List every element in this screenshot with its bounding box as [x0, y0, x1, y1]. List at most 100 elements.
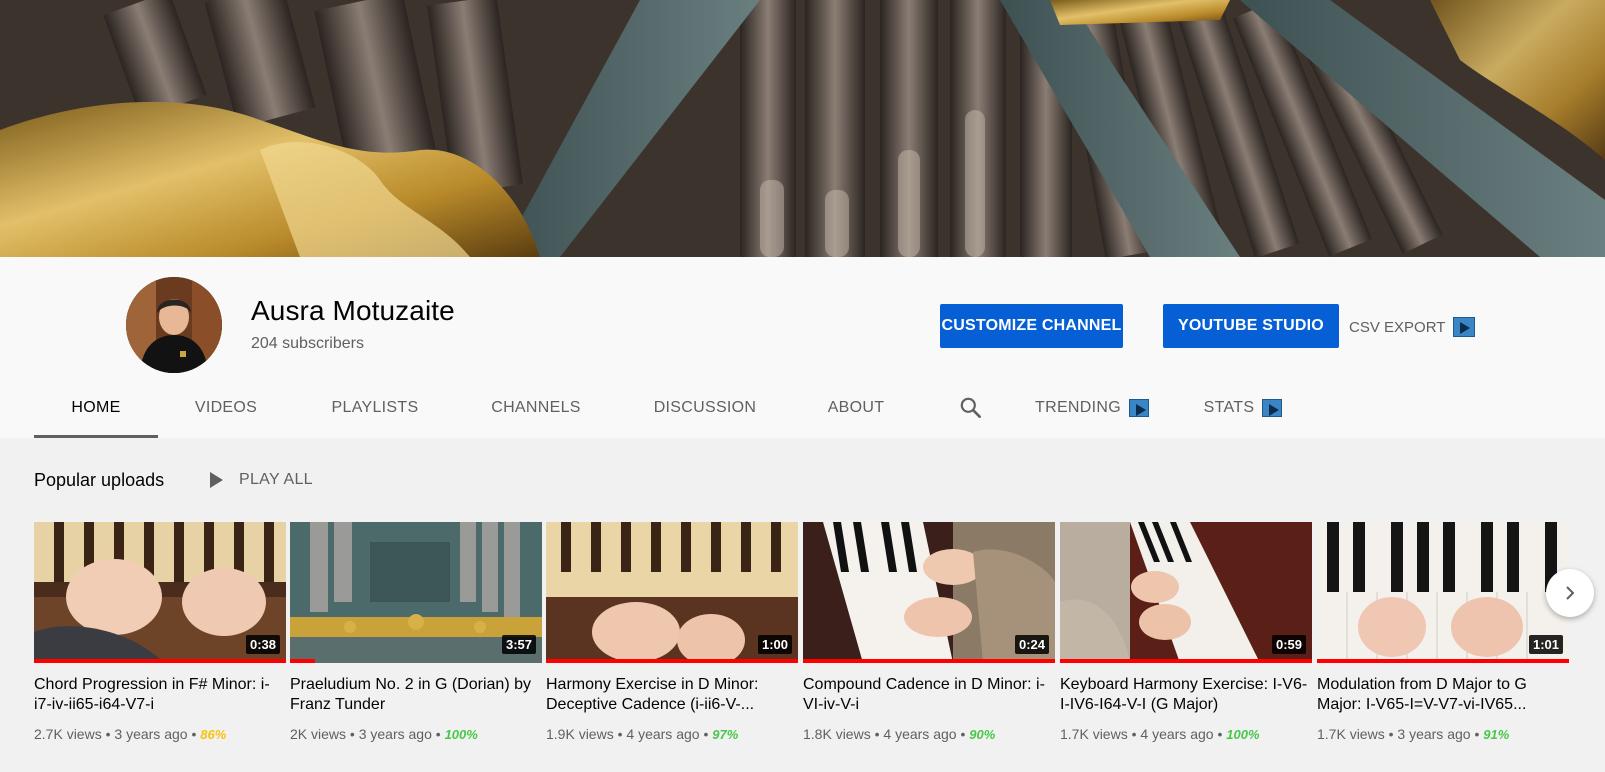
tab-label: DISCUSSION [653, 398, 757, 416]
tab-playlists[interactable]: PLAYLISTS [320, 377, 430, 438]
video-metadata: 2K views • 3 years ago • 100% [290, 726, 542, 742]
video-duration: 0:59 [1271, 635, 1306, 654]
watched-progress-bar [546, 659, 798, 663]
video-title[interactable]: Harmony Exercise in D Minor: Deceptive C… [546, 675, 798, 715]
csv-export-label: CSV EXPORT [1349, 318, 1446, 336]
video-metadata: 1.7K views • 3 years ago • 91% [1317, 726, 1569, 742]
tab-stats[interactable]: STATS [1196, 377, 1290, 438]
tab-label: STATS [1203, 398, 1255, 416]
channel-header: Ausra Motuzaite 204 subscribers CUSTOMIZ… [0, 257, 1605, 438]
customize-channel-button[interactable]: CUSTOMIZE CHANNEL [940, 304, 1123, 348]
video-title[interactable]: Compound Cadence in D Minor: i-VI-iv-V-i [803, 675, 1055, 715]
like-rating: 100% [444, 727, 478, 742]
watched-progress-bar [290, 659, 316, 663]
video-thumbnail[interactable]: 0:38 [34, 522, 286, 663]
play-all-button[interactable]: PLAY ALL [210, 471, 313, 489]
subscriber-count: 204 subscribers [251, 335, 364, 352]
upload-age: 4 years ago [1140, 726, 1214, 742]
video-card[interactable]: 1:01 Modulation from D Major to G Major:… [1317, 522, 1569, 742]
upload-age: 3 years ago [358, 726, 432, 742]
search-icon[interactable] [958, 395, 984, 421]
video-card[interactable]: 3:57 Praeludium No. 2 in G (Dorian) by F… [290, 522, 542, 742]
shelf-next-button[interactable] [1546, 569, 1594, 617]
meta-separator: • [703, 726, 709, 742]
avatar-image [126, 277, 222, 373]
meta-separator: • [349, 726, 355, 742]
video-card[interactable]: 1:00 Harmony Exercise in D Minor: Decept… [546, 522, 798, 742]
tab-label: HOME [71, 398, 121, 416]
tab-label: CHANNELS [491, 398, 581, 416]
video-thumbnail[interactable]: 3:57 [290, 522, 542, 663]
meta-separator: • [105, 726, 111, 742]
video-title[interactable]: Praeludium No. 2 in G (Dorian) by Franz … [290, 675, 542, 715]
video-thumbnail[interactable]: 0:59 [1060, 522, 1312, 663]
channel-tabs: HOME VIDEOS PLAYLISTS CHANNELS DISCUSSIO… [0, 377, 1605, 438]
video-duration: 3:57 [501, 635, 536, 654]
view-count: 1.8K views [803, 726, 871, 742]
video-duration: 0:38 [245, 635, 280, 654]
organ-pipes-banner-image [0, 0, 1605, 257]
meta-separator: • [191, 726, 197, 742]
video-title[interactable]: Keyboard Harmony Exercise: I-V6-I-IV6-I6… [1060, 675, 1312, 715]
meta-separator: • [1217, 726, 1223, 742]
view-count: 1.7K views [1317, 726, 1385, 742]
chevron-right-icon [1566, 586, 1575, 600]
tab-channels[interactable]: CHANNELS [480, 377, 592, 438]
view-count: 1.9K views [546, 726, 614, 742]
watched-progress-bar [803, 659, 1055, 663]
video-card[interactable]: 0:24 Compound Cadence in D Minor: i-VI-i… [803, 522, 1055, 742]
tab-discussion[interactable]: DISCUSSION [640, 377, 770, 438]
channel-name: Ausra Motuzaite [251, 295, 455, 326]
like-rating: 86% [200, 727, 227, 742]
like-rating: 91% [1483, 727, 1510, 742]
tab-label: TRENDING [1035, 398, 1121, 416]
tab-label: ABOUT [827, 398, 885, 416]
tab-about[interactable]: ABOUT [810, 377, 902, 438]
watched-progress-bar [34, 659, 286, 663]
like-rating: 100% [1226, 727, 1260, 742]
shelf-title: Popular uploads [34, 470, 165, 490]
video-title[interactable]: Chord Progression in F# Minor: i-i7-iv-i… [34, 675, 286, 715]
watched-progress-bar [1060, 659, 1312, 663]
tab-trending[interactable]: TRENDING [1030, 377, 1154, 438]
video-card[interactable]: 0:38 Chord Progression in F# Minor: i-i7… [34, 522, 286, 742]
meta-separator: • [960, 726, 966, 742]
video-thumbnail[interactable]: 1:00 [546, 522, 798, 663]
meta-separator: • [617, 726, 623, 742]
meta-separator: • [435, 726, 441, 742]
youtube-studio-button[interactable]: YOUTUBE STUDIO [1163, 304, 1339, 348]
video-duration: 1:00 [757, 635, 792, 654]
channel-banner [0, 0, 1605, 257]
video-thumbnail[interactable]: 1:01 [1317, 522, 1569, 663]
video-metadata: 1.9K views • 4 years ago • 97% [546, 726, 798, 742]
extension-badge-icon [1262, 398, 1283, 417]
upload-age: 3 years ago [1397, 726, 1471, 742]
video-title[interactable]: Modulation from D Major to G Major: I-V6… [1317, 675, 1569, 715]
play-all-label: PLAY ALL [239, 471, 313, 488]
tab-label: VIDEOS [194, 398, 258, 416]
video-metadata: 1.7K views • 4 years ago • 100% [1060, 726, 1312, 742]
video-metadata: 1.8K views • 4 years ago • 90% [803, 726, 1055, 742]
video-metadata: 2.7K views • 3 years ago • 86% [34, 726, 286, 742]
video-card[interactable]: 0:59 Keyboard Harmony Exercise: I-V6-I-I… [1060, 522, 1312, 742]
csv-export-button[interactable]: CSV EXPORT [1349, 317, 1476, 337]
meta-separator: • [1131, 726, 1137, 742]
video-duration: 1:01 [1528, 635, 1563, 654]
channel-avatar[interactable] [126, 277, 222, 373]
video-duration: 0:24 [1014, 635, 1049, 654]
upload-age: 3 years ago [114, 726, 188, 742]
meta-separator: • [1388, 726, 1394, 742]
play-icon [210, 472, 223, 488]
like-rating: 97% [712, 727, 739, 742]
video-thumbnail[interactable]: 0:24 [803, 522, 1055, 663]
meta-separator: • [1474, 726, 1480, 742]
tab-videos[interactable]: VIDEOS [174, 377, 278, 438]
like-rating: 90% [969, 727, 996, 742]
tab-home[interactable]: HOME [34, 377, 158, 438]
upload-age: 4 years ago [883, 726, 957, 742]
watched-progress-bar [1317, 659, 1569, 663]
view-count: 1.7K views [1060, 726, 1128, 742]
extension-badge-icon [1453, 317, 1476, 337]
extension-badge-icon [1128, 398, 1149, 417]
tab-label: PLAYLISTS [331, 398, 419, 416]
